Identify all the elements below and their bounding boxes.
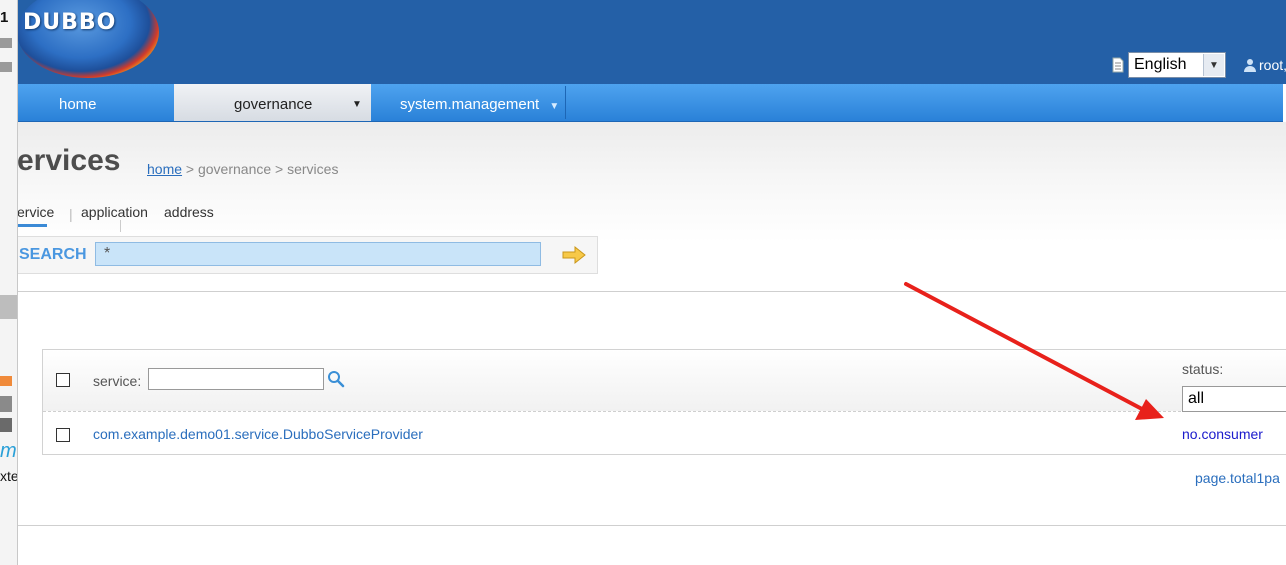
search-icon[interactable]: [327, 370, 345, 388]
pagination-info: page.total1pa: [1195, 470, 1280, 486]
strip-disk-icon: [0, 418, 12, 432]
language-switcher: English ▼: [1112, 52, 1226, 78]
tab-tick-divider: [120, 220, 121, 232]
user-name: root, w: [1259, 57, 1286, 73]
search-label: SEARCH: [19, 246, 87, 263]
status-filter-select[interactable]: all: [1182, 386, 1286, 412]
page-title: ervices: [17, 144, 121, 177]
service-link[interactable]: com.example.demo01.service.DubboServiceP…: [93, 426, 423, 442]
service-filter-input[interactable]: [148, 368, 324, 390]
select-all-checkbox[interactable]: [56, 373, 70, 387]
row-checkbox[interactable]: [56, 428, 70, 442]
divider: [17, 525, 1286, 526]
dubbo-logo[interactable]: DUBBO: [17, 0, 159, 78]
services-table: service: status: all com.example.demo01.…: [42, 349, 1286, 455]
strip-char: m: [0, 440, 17, 462]
breadcrumb-trail: > governance > services: [182, 161, 339, 177]
nav-governance-label: governance: [234, 96, 313, 113]
breadcrumb-home-link[interactable]: home: [147, 161, 182, 177]
service-status: no.consumer: [1182, 426, 1263, 442]
search-panel: SEARCH: [17, 236, 598, 274]
divider: [17, 291, 1286, 292]
strip-gray-block: [0, 295, 17, 319]
tab-address[interactable]: address: [164, 204, 214, 220]
user-icon: [1244, 59, 1256, 72]
active-tab-underline: [15, 224, 47, 227]
chevron-down-icon[interactable]: ▼: [1203, 54, 1224, 76]
user-info[interactable]: root, w: [1243, 57, 1286, 73]
strip-orange-icon: [0, 376, 12, 386]
nav-system-management-label: system.management: [400, 96, 540, 113]
search-input[interactable]: [95, 242, 541, 266]
language-value: English: [1134, 56, 1187, 73]
strip-char: 1: [0, 9, 9, 26]
adjacent-window-strip: 1 m xte: [0, 0, 18, 565]
dropdown-arrow-icon: ▼: [352, 99, 362, 110]
breadcrumb: home > governance > services: [147, 161, 338, 177]
service-filter-label: service:: [93, 373, 142, 389]
logo-text: DUBBO: [23, 10, 117, 35]
nav-system-management[interactable]: system.management ▼: [400, 84, 559, 121]
nav-divider: [565, 86, 566, 119]
status-filter-label: status:: [1182, 361, 1224, 377]
nav-governance[interactable]: governance ▼: [174, 84, 371, 121]
strip-file-icon: [0, 396, 12, 412]
tab-separator: |: [69, 206, 73, 222]
document-icon: [1112, 57, 1124, 73]
strip-folder-icon: [0, 38, 12, 48]
tab-service-label: ervice: [17, 204, 55, 220]
tab-service[interactable]: ervice: [15, 204, 55, 227]
dropdown-arrow-icon: ▼: [549, 101, 560, 112]
arrow-right-icon[interactable]: [561, 245, 587, 265]
tab-application[interactable]: application: [81, 204, 148, 220]
main-nav: home governance ▼ system.management ▼: [17, 84, 1283, 122]
table-header: service: status: all: [43, 350, 1286, 412]
strip-char: xte: [0, 468, 18, 484]
nav-home[interactable]: home: [59, 84, 97, 121]
header-bar: DUBBO English ▼ root, w: [17, 0, 1286, 84]
strip-folder-icon: [0, 62, 12, 72]
language-select[interactable]: English ▼: [1128, 52, 1226, 78]
